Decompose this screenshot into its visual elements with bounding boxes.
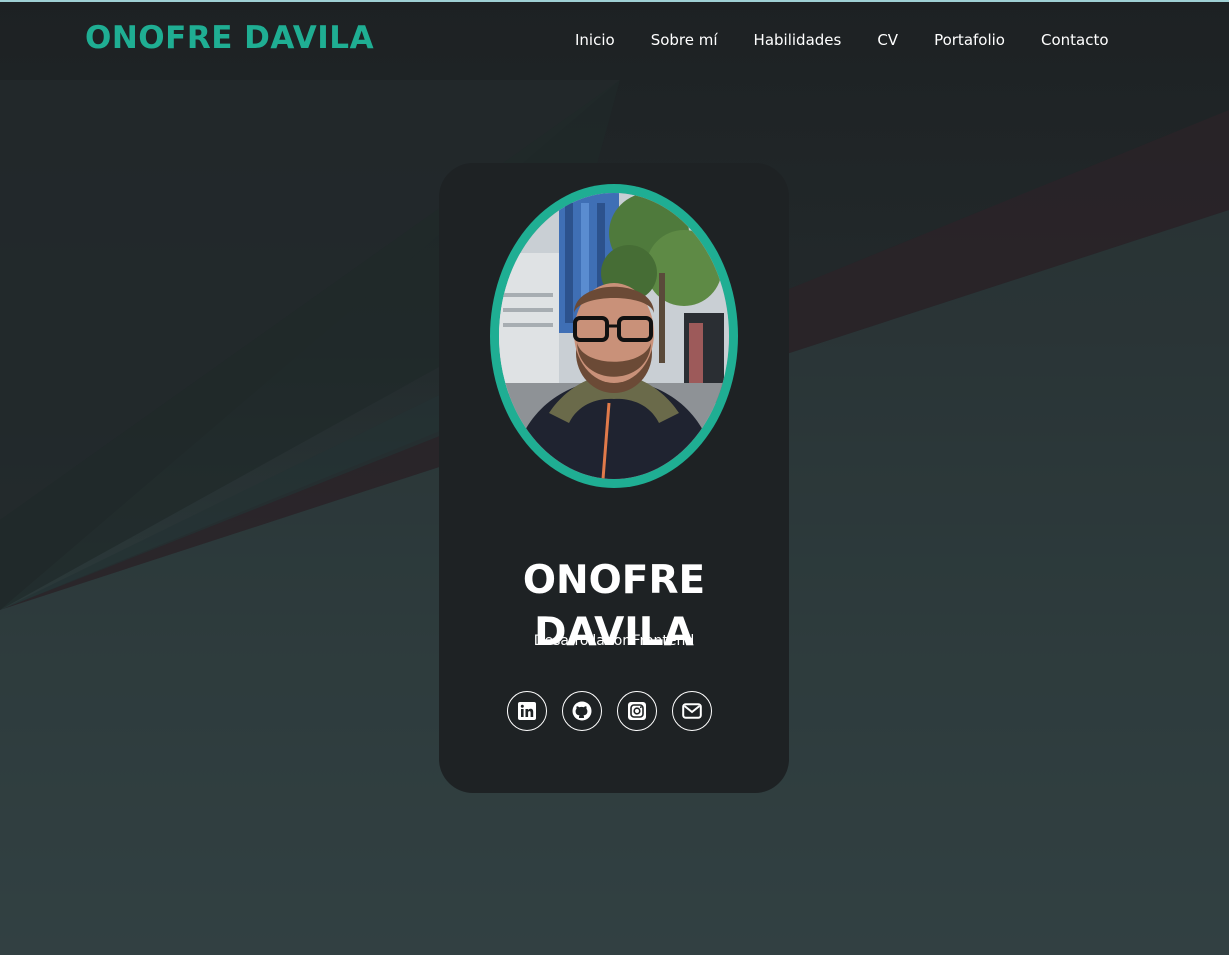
linkedin-icon: [518, 702, 536, 720]
nav-menu: Inicio Sobre mí Habilidades CV Portafoli…: [575, 30, 1109, 50]
github-icon: [572, 701, 592, 721]
portrait-photo-icon: [499, 193, 729, 479]
profile-name-line1: ONOFRE: [522, 558, 706, 604]
brand-logo[interactable]: ONOFRE DAVILA: [85, 18, 374, 58]
instagram-icon: [628, 702, 646, 720]
profile-card: ONOFRE DAVILA Desarrollador Frontend: [439, 163, 789, 793]
instagram-button[interactable]: [617, 691, 657, 731]
nav-item-habilidades[interactable]: Habilidades: [754, 30, 842, 50]
mail-icon: [682, 703, 702, 719]
profile-role: Desarrollador Frontend: [533, 633, 695, 649]
social-links: [507, 691, 712, 731]
nav-item-inicio[interactable]: Inicio: [575, 30, 615, 50]
nav-item-cv[interactable]: CV: [877, 30, 898, 50]
avatar-ring: [490, 184, 738, 488]
nav-item-sobre-mi[interactable]: Sobre mí: [651, 30, 718, 50]
linkedin-button[interactable]: [507, 691, 547, 731]
github-button[interactable]: [562, 691, 602, 731]
nav-item-contacto[interactable]: Contacto: [1041, 30, 1109, 50]
mail-button[interactable]: [672, 691, 712, 731]
nav-item-portafolio[interactable]: Portafolio: [934, 30, 1005, 50]
navbar: ONOFRE DAVILA Inicio Sobre mí Habilidade…: [0, 2, 1229, 78]
avatar: [499, 193, 729, 479]
top-accent-line: [0, 0, 1229, 2]
